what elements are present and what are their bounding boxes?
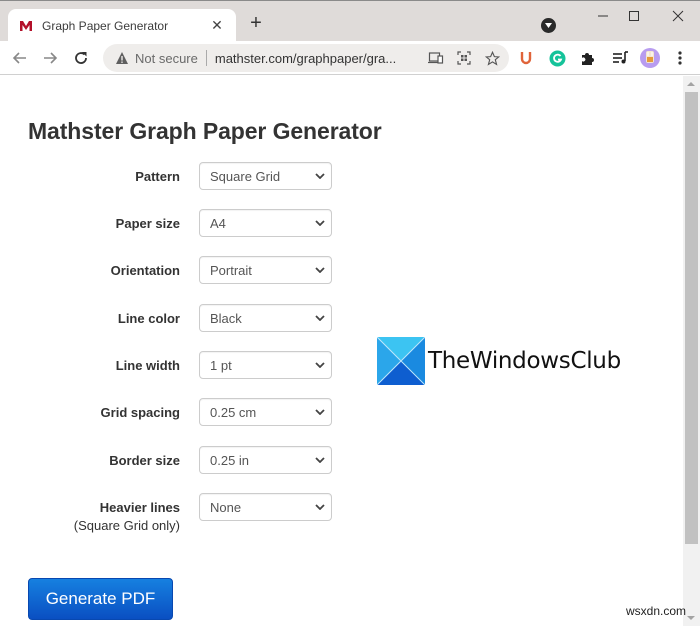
page-title: Mathster Graph Paper Generator [28, 118, 382, 144]
field-label: Paper size [115, 216, 180, 231]
reload-icon[interactable] [70, 47, 92, 69]
tab-graph-paper-generator[interactable]: Graph Paper Generator ✕ [8, 9, 236, 42]
browser-window: Graph Paper Generator ✕ + Not secure mat… [0, 0, 700, 626]
thewindowsclub-logo: TheWindowsClub [377, 337, 621, 385]
grammarly-icon[interactable] [546, 47, 568, 69]
grid-spacing-select[interactable]: 0.25 cm [199, 398, 332, 426]
maximize-icon[interactable] [619, 5, 649, 27]
chevron-down-icon [309, 256, 331, 284]
forward-icon[interactable] [39, 47, 61, 69]
pattern-select[interactable]: Square Grid [199, 162, 332, 190]
paper-size-select[interactable]: A4 [199, 209, 332, 237]
scroll-thumb[interactable] [685, 92, 698, 544]
qr-code-icon[interactable] [453, 47, 475, 69]
field-label: Grid spacing [100, 405, 180, 420]
vertical-scrollbar[interactable] [683, 76, 700, 626]
puzzle-extensions-icon[interactable] [577, 47, 599, 69]
select-value: Black [210, 310, 242, 326]
field-label: Border size [109, 453, 180, 468]
field-line-width: Line width 1 pt [0, 351, 340, 381]
line-width-select[interactable]: 1 pt [199, 351, 332, 379]
select-value: 0.25 cm [210, 404, 257, 420]
field-grid-spacing: Grid spacing 0.25 cm [0, 398, 340, 428]
field-label: Pattern [135, 169, 180, 184]
warning-icon[interactable] [115, 51, 129, 65]
chevron-down-icon [309, 162, 331, 190]
tab-strip: Graph Paper Generator ✕ + [0, 0, 700, 42]
scroll-up-arrow-icon[interactable] [687, 82, 695, 86]
select-value: Square Grid [210, 168, 281, 184]
mathster-m-icon [18, 18, 34, 34]
generate-pdf-button[interactable]: Generate PDF [28, 578, 173, 620]
media-control-icon[interactable] [541, 18, 556, 33]
line-color-select[interactable]: Black [199, 304, 332, 332]
select-value: A4 [210, 215, 226, 231]
select-value: 1 pt [210, 357, 232, 373]
field-sublabel: (Square Grid only) [73, 518, 180, 533]
chevron-down-icon [309, 351, 331, 379]
select-value: 0.25 in [210, 452, 250, 468]
field-border-size: Border size 0.25 in [0, 446, 340, 476]
orientation-select[interactable]: Portrait [199, 256, 332, 284]
cast-install-icon[interactable] [425, 47, 447, 69]
minimize-icon[interactable] [588, 5, 618, 27]
u-extension-icon[interactable] [515, 47, 537, 69]
scroll-down-arrow-icon[interactable] [687, 616, 695, 620]
profile-avatar[interactable] [639, 47, 661, 69]
field-orientation: Orientation Portrait [0, 256, 340, 286]
tab-title: Graph Paper Generator [42, 18, 169, 33]
chevron-down-icon [309, 304, 331, 332]
select-value: Portrait [210, 262, 252, 278]
media-queue-icon[interactable] [609, 47, 631, 69]
browser-toolbar: Not secure mathster.com/graphpaper/gra..… [0, 41, 700, 75]
url-text[interactable]: mathster.com/graphpaper/gra... [215, 51, 425, 66]
field-line-color: Line color Black [0, 304, 340, 334]
border-size-select[interactable]: 0.25 in [199, 446, 332, 474]
address-bar[interactable]: Not secure mathster.com/graphpaper/gra..… [103, 44, 509, 72]
field-heavier-lines: Heavier lines (Square Grid only) None [0, 493, 340, 537]
field-label: Orientation [110, 263, 180, 278]
chevron-down-icon [309, 398, 331, 426]
kebab-menu-icon[interactable] [669, 47, 691, 69]
field-paper-size: Paper size A4 [0, 209, 340, 239]
close-tab-icon[interactable]: ✕ [208, 17, 226, 34]
bookmark-star-icon[interactable] [481, 47, 503, 69]
field-label: Heavier lines [99, 500, 180, 515]
logo-text: TheWindowsClub [428, 348, 621, 374]
omnibox-separator [205, 50, 207, 66]
heavier-lines-select[interactable]: None [199, 493, 332, 521]
field-label: Line width [115, 358, 180, 373]
field-label: Line color [117, 311, 180, 326]
security-label[interactable]: Not secure [135, 51, 198, 66]
new-tab-button[interactable]: + [246, 13, 266, 33]
chevron-down-icon [309, 446, 331, 474]
close-window-icon[interactable] [663, 5, 693, 27]
select-value: None [210, 499, 242, 515]
back-icon[interactable] [9, 47, 31, 69]
watermark-text: wsxdn.com [626, 604, 687, 618]
page-content: Mathster Graph Paper Generator Pattern S… [0, 76, 683, 626]
chevron-down-icon [309, 493, 331, 521]
field-pattern: Pattern Square Grid [0, 162, 340, 192]
windows-club-logo-icon [377, 337, 425, 385]
chevron-down-icon [309, 209, 331, 237]
